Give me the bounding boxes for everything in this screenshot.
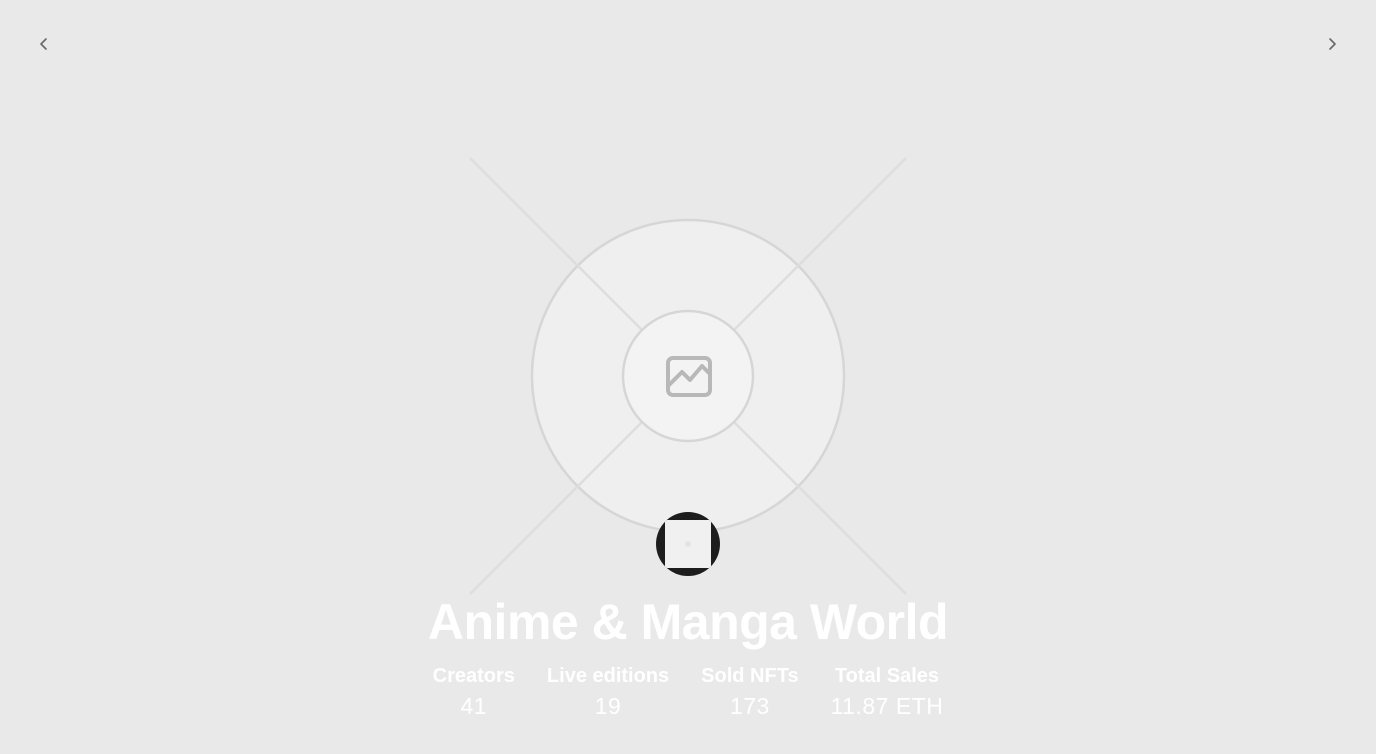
stat-total-sales: Total Sales 11.87 ETH xyxy=(831,662,944,722)
stat-value: 41 xyxy=(460,693,488,719)
avatar[interactable] xyxy=(656,512,720,576)
stat-creators: Creators 41 xyxy=(433,662,515,722)
stat-label: Sold NFTs xyxy=(701,665,799,687)
next-slide-button[interactable] xyxy=(1320,32,1344,56)
previous-slide-button[interactable] xyxy=(32,32,56,56)
avatar-dot xyxy=(685,541,691,547)
stat-live-editions: Live editions 19 xyxy=(547,662,669,722)
stat-label: Creators xyxy=(432,665,515,687)
stat-label: Live editions xyxy=(546,665,670,687)
collection-hero: Anime & Manga World Creators 41 Live edi… xyxy=(0,0,1376,754)
chevron-left-icon xyxy=(40,38,47,50)
stat-sold-nfts: Sold NFTs 173 xyxy=(701,662,798,722)
collection-stats: Creators 41 Live editions 19 Sold NFTs 1… xyxy=(0,662,1376,722)
collection-title: Anime & Manga World xyxy=(427,594,949,650)
stat-value: 173 xyxy=(729,693,770,719)
stat-value: 19 xyxy=(594,693,622,719)
stat-value: 11.87 ETH xyxy=(830,693,944,719)
stat-label: Total Sales xyxy=(834,665,940,687)
chevron-right-icon xyxy=(1329,38,1336,50)
